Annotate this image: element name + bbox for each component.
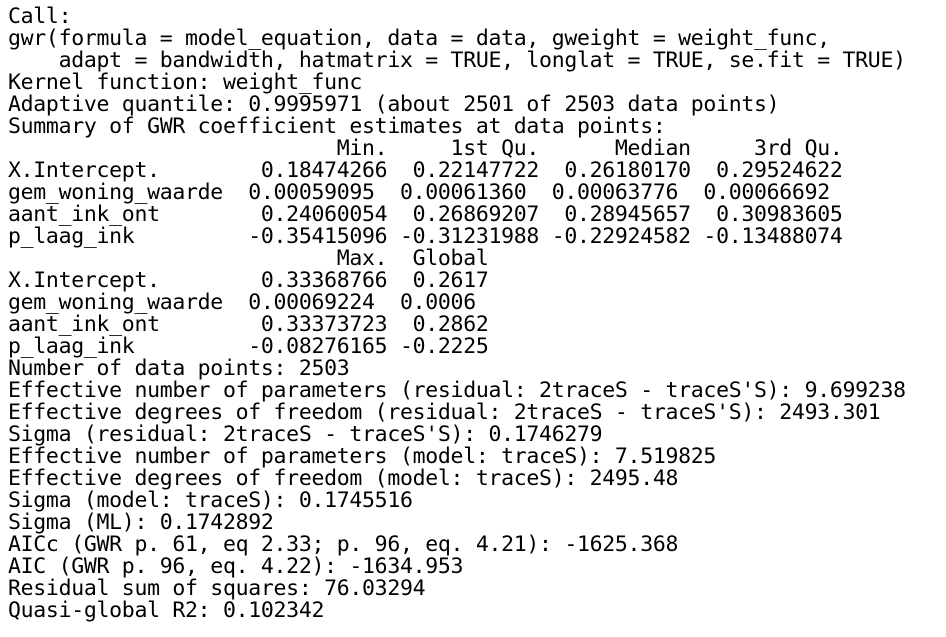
console-line-adaptive-quantile: Adaptive quantile: 0.9995971 (about 2501… <box>8 92 780 117</box>
console-line-stat: Quasi-global R2: 0.102342 <box>8 598 325 623</box>
console-line-stat: AICc (GWR p. 61, eq 2.33; p. 96, eq. 4.2… <box>8 532 679 557</box>
console-line-table2-row: X.Intercept. 0.33368766 0.2617 <box>8 268 489 293</box>
console-line-summary-title: Summary of GWR coefficient estimates at … <box>8 114 666 139</box>
console-line-call-args: adapt = bandwidth, hatmatrix = TRUE, lon… <box>8 48 906 73</box>
console-line-stat: Effective degrees of freedom (residual: … <box>8 400 881 425</box>
console-line-table2-row: aant_ink_ont 0.33373723 0.2862 <box>8 312 489 337</box>
console-line-table2-row: gem_woning_waarde 0.00069224 0.0006 <box>8 290 476 315</box>
console-line-stat: Effective number of parameters (model: t… <box>8 444 717 469</box>
console-line-stat: Sigma (model: traceS): 0.1745516 <box>8 488 413 513</box>
console-line-call-gwr: gwr(formula = model_equation, data = dat… <box>8 26 830 51</box>
console-output: Call: gwr(formula = model_equation, data… <box>8 6 946 622</box>
console-line-table1-row: aant_ink_ont 0.24060054 0.26869207 0.289… <box>8 202 843 227</box>
console-line-stat: Effective number of parameters (residual… <box>8 378 906 403</box>
console-line-table1-header: Min. 1st Qu. Median 3rd Qu. <box>8 136 843 161</box>
console-line-table1-row: p_laag_ink -0.35415096 -0.31231988 -0.22… <box>8 224 843 249</box>
console-line-data-points: Number of data points: 2503 <box>8 356 350 381</box>
console-line-stat: AIC (GWR p. 96, eq. 4.22): -1634.953 <box>8 554 464 579</box>
console-line-table2-row: p_laag_ink -0.08276165 -0.2225 <box>8 334 489 359</box>
console-line-stat: Sigma (ML): 0.1742892 <box>8 510 274 535</box>
console-line-stat: Effective degrees of freedom (model: tra… <box>8 466 679 491</box>
console-line-table1-row: gem_woning_waarde 0.00059095 0.00061360 … <box>8 180 830 205</box>
console-line-table2-header: Max. Global <box>8 246 489 271</box>
console-line-call-header: Call: <box>8 4 72 29</box>
console-line-table1-row: X.Intercept. 0.18474266 0.22147722 0.261… <box>8 158 843 183</box>
console-line-stat: Sigma (residual: 2traceS - traceS'S): 0.… <box>8 422 603 447</box>
console-line-stat: Residual sum of squares: 76.03294 <box>8 576 426 601</box>
console-line-kernel: Kernel function: weight_func <box>8 70 363 95</box>
